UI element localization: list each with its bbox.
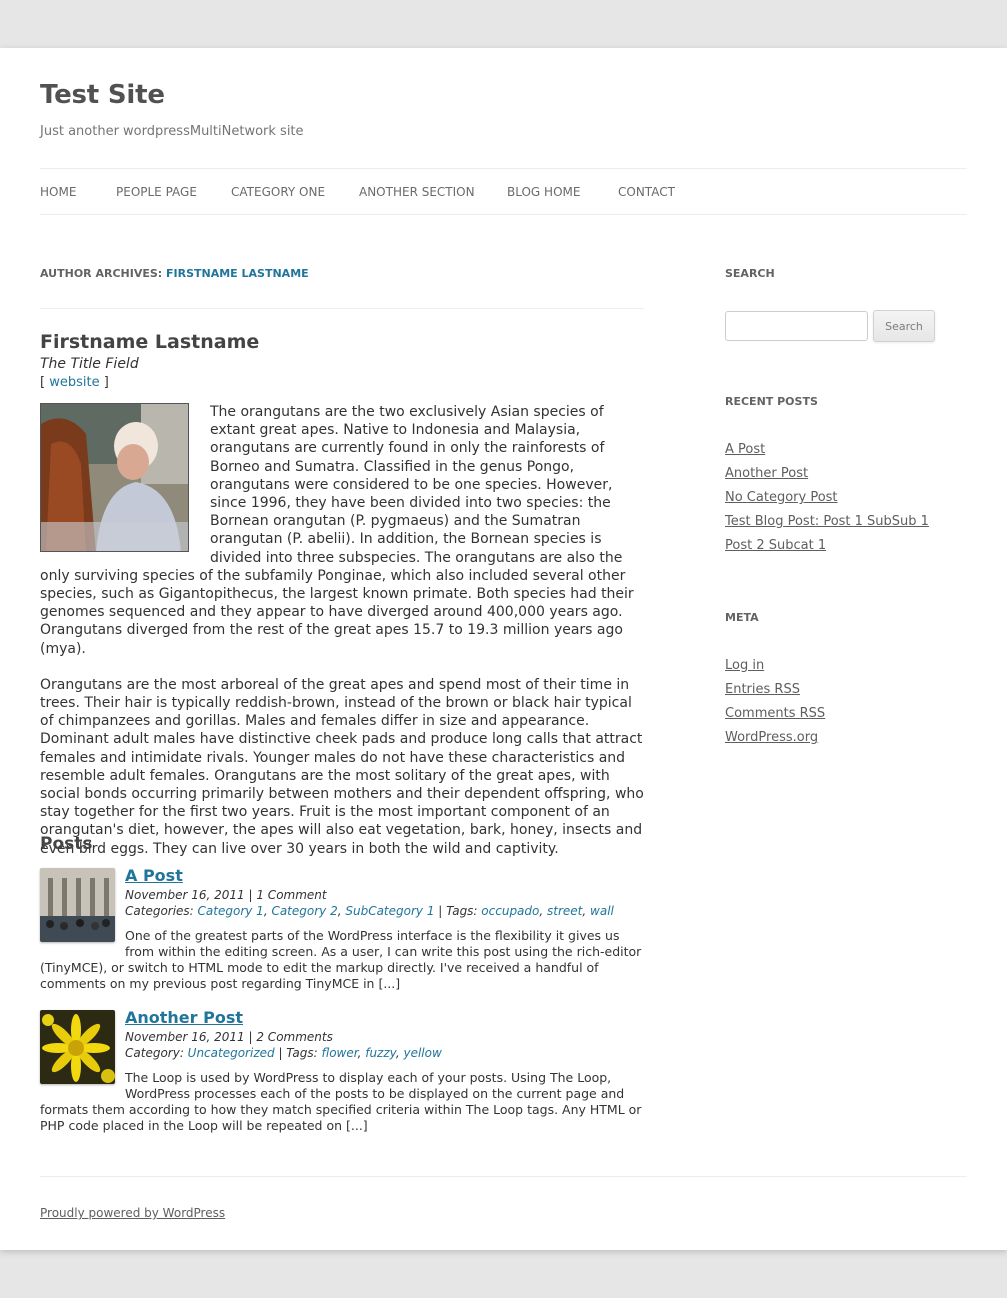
tag-link[interactable]: wall [590, 904, 614, 918]
meta-login-link[interactable]: Log in [725, 658, 764, 673]
bio-paragraph: Orangutans are the most arboreal of the … [40, 676, 644, 857]
author-title-field: The Title Field [40, 356, 139, 372]
author-archive-link[interactable]: FIRSTNAME LASTNAME [166, 267, 309, 280]
category-link[interactable]: Category 2 [271, 904, 337, 918]
posts-heading: Posts [40, 834, 93, 854]
bracket-open: [ [40, 375, 50, 390]
archive-prefix: AUTHOR ARCHIVES: [40, 267, 167, 280]
meta-wordpress-org-link[interactable]: WordPress.org [725, 730, 818, 745]
category-link[interactable]: Uncategorized [188, 1046, 275, 1060]
meta-entries-rss-link[interactable]: Entries RSS [725, 682, 800, 697]
divider [40, 308, 644, 309]
tag-link[interactable]: yellow [403, 1046, 441, 1060]
meta-comments-rss-link[interactable]: Comments RSS [725, 706, 825, 721]
tag-link[interactable]: flower [321, 1046, 357, 1060]
author-photo [40, 403, 189, 552]
footer-divider [40, 1176, 967, 1177]
post-meta-taxonomy: Category: Uncategorized | Tags: flower, … [125, 1046, 442, 1060]
search-button[interactable]: Search [873, 310, 935, 342]
meta-separator: | [244, 888, 257, 902]
archive-title: AUTHOR ARCHIVES: FIRSTNAME LASTNAME [40, 267, 309, 280]
nav-contact[interactable]: CONTACT [618, 185, 675, 199]
post-excerpt: The Loop is used by WordPress to display… [40, 1070, 644, 1134]
recent-post-link[interactable]: Post 2 Subcat 1 [725, 538, 826, 553]
search-widget-title: SEARCH [725, 267, 775, 280]
recent-post-link[interactable]: Another Post [725, 466, 808, 481]
site-title[interactable]: Test Site [40, 80, 165, 110]
categories-label: Category: [125, 1046, 188, 1060]
nav-another-section[interactable]: ANOTHER SECTION [359, 185, 475, 199]
website-link[interactable]: website [49, 375, 99, 390]
post-meta-date: November 16, 2011 | 1 Comment [125, 888, 327, 902]
post-comments: 2 Comments [256, 1030, 333, 1044]
recent-post-link[interactable]: A Post [725, 442, 765, 457]
post-excerpt-text: The Loop is used by WordPress to display… [40, 1070, 642, 1133]
nav-people-page[interactable]: PEOPLE PAGE [116, 185, 197, 199]
post-date: November 16, 2011 [125, 1030, 245, 1044]
tag-link[interactable]: street [547, 904, 582, 918]
post-title-link[interactable]: Another Post [125, 1008, 243, 1027]
meta-widget-title: META [725, 611, 759, 624]
post-item: A Post November 16, 2011 | 1 Comment Cat… [40, 866, 644, 993]
nav-home[interactable]: HOME [40, 185, 76, 199]
author-name: Firstname Lastname [40, 331, 260, 353]
bracket-close: ] [99, 375, 109, 390]
tags-label: | Tags: [274, 1046, 322, 1060]
page: Test Site Just another wordpressMultiNet… [0, 48, 1007, 1250]
nav-category-one[interactable]: CATEGORY ONE [231, 185, 325, 199]
tags-label: | Tags: [434, 904, 482, 918]
powered-by-link[interactable]: Proudly powered by WordPress [40, 1206, 225, 1220]
post-title-link[interactable]: A Post [125, 866, 183, 885]
post-excerpt-text: One of the greatest parts of the WordPre… [40, 928, 642, 991]
category-link[interactable]: SubCategory 1 [345, 904, 434, 918]
site-description: Just another wordpressMultiNetwork site [40, 124, 304, 139]
tag-link[interactable]: fuzzy [365, 1046, 396, 1060]
recent-posts-title: RECENT POSTS [725, 395, 818, 408]
post-meta-date: November 16, 2011 | 2 Comments [125, 1030, 333, 1044]
recent-post-link[interactable]: Test Blog Post: Post 1 SubSub 1 [725, 514, 929, 529]
tag-link[interactable]: occupado [481, 904, 539, 918]
search-input[interactable] [725, 311, 868, 341]
nav-blog-home[interactable]: BLOG HOME [507, 185, 580, 199]
post-excerpt: One of the greatest parts of the WordPre… [40, 928, 644, 992]
post-meta-taxonomy: Categories: Category 1, Category 2, SubC… [125, 904, 614, 918]
post-item: Another Post November 16, 2011 | 2 Comme… [40, 1008, 644, 1135]
author-website: [ website ] [40, 375, 109, 390]
post-date: November 16, 2011 [125, 888, 245, 902]
meta-separator: | [244, 1030, 257, 1044]
post-comments: 1 Comment [256, 888, 327, 902]
categories-label: Categories: [125, 904, 198, 918]
category-link[interactable]: Category 1 [198, 904, 264, 918]
recent-post-link[interactable]: No Category Post [725, 490, 838, 505]
main-nav: HOME PEOPLE PAGE CATEGORY ONE ANOTHER SE… [40, 168, 967, 215]
